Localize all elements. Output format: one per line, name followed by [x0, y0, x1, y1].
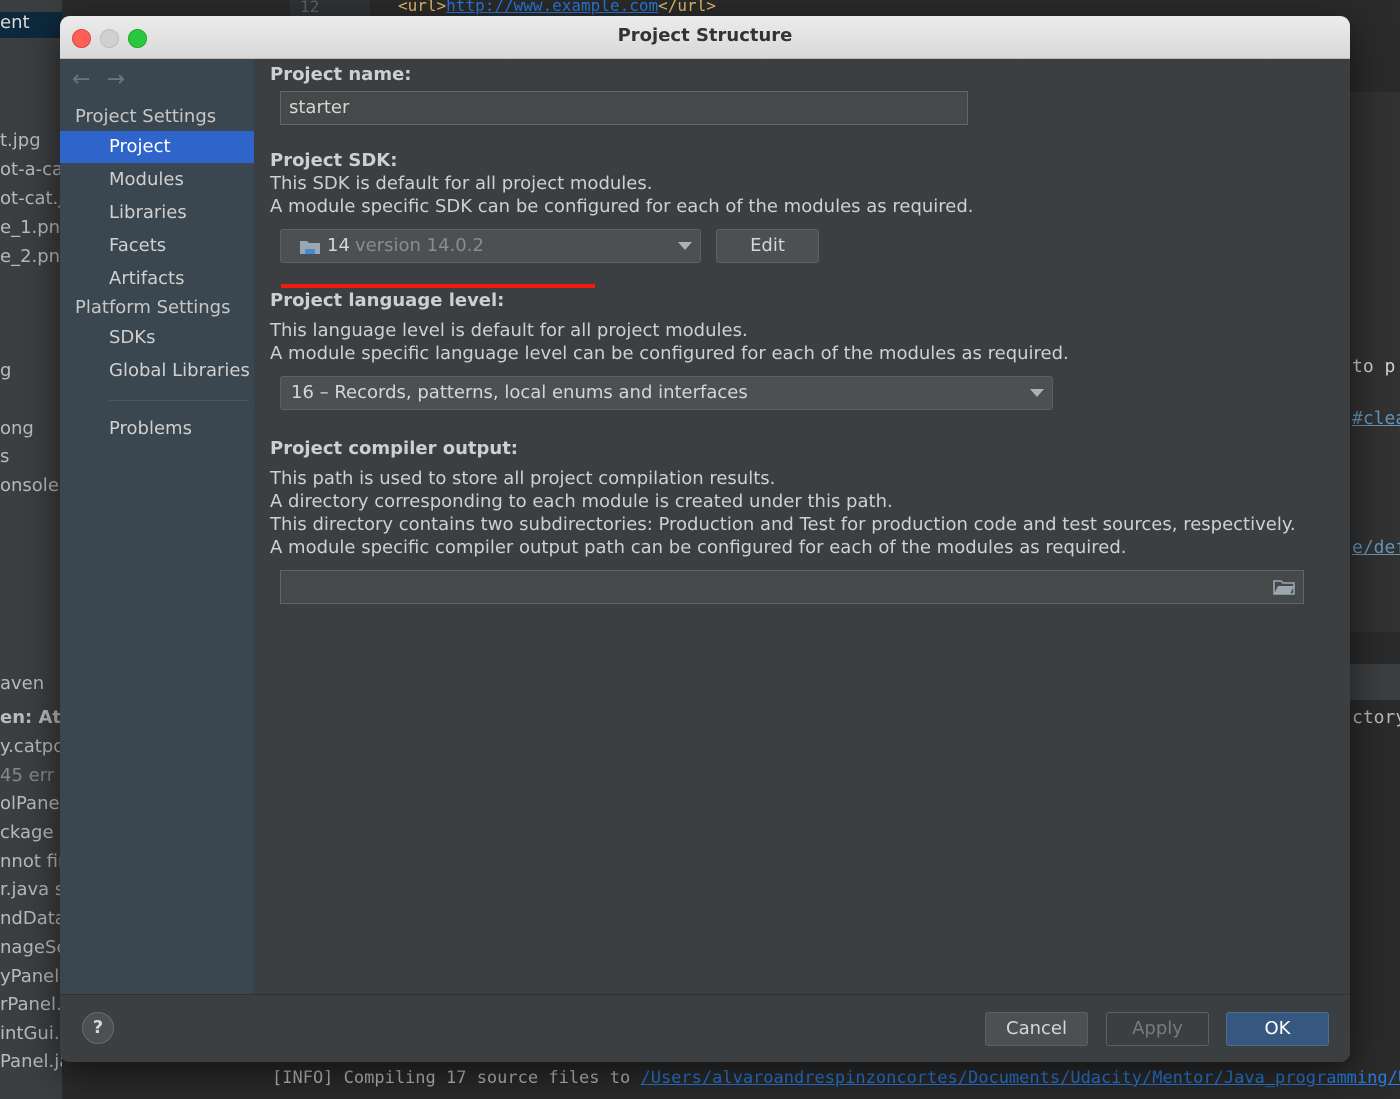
forward-arrow-icon[interactable]: →: [106, 67, 124, 92]
ide-log-row: nageSer: [0, 937, 62, 958]
edit-sdk-button[interactable]: Edit: [716, 229, 819, 263]
ide-log-row: intGui.: [0, 1023, 60, 1044]
ide-log-row: ckage r: [0, 822, 62, 843]
project-sdk-label: Project SDK:: [270, 150, 398, 171]
language-description-1: This language level is default for all p…: [270, 320, 748, 341]
output-description-4: A module specific compiler output path c…: [270, 537, 1127, 558]
output-description-2: A directory corresponding to each module…: [270, 491, 893, 512]
ide-log-row: olPanel: [0, 793, 62, 814]
ide-log-row: ndDatal: [0, 908, 62, 929]
editor-line-number: 12: [290, 0, 370, 16]
ide-project-tree-background: ent t.jpg ot-a-ca ot-cat.j e_1.pn e_2.pn…: [0, 0, 62, 1099]
sidebar-item-artifacts[interactable]: Artifacts: [60, 263, 254, 295]
ide-tree-row: ot-cat.j: [0, 188, 62, 209]
language-level-selected: 16 – Records, patterns, local enums and …: [291, 382, 748, 403]
settings-sidebar: ← → Project Settings Project Modules Libr…: [60, 59, 254, 994]
ide-log-row: rPanel.: [0, 994, 62, 1015]
dialog-title: Project Structure: [617, 25, 793, 46]
editor-fragment: to p: [1352, 356, 1396, 377]
ide-log-row: yPanel: [0, 966, 60, 987]
ide-log-row: r.java s: [0, 879, 62, 900]
console-line: [INFO] Compiling 17 source files to /Use…: [272, 1068, 1400, 1088]
sidebar-divider: [109, 400, 249, 401]
ide-console-background: [INFO] Compiling 17 source files to /Use…: [262, 1062, 1400, 1099]
chevron-down-icon: [678, 242, 692, 250]
language-level-dropdown[interactable]: 16 – Records, patterns, local enums and …: [280, 376, 1053, 410]
output-description-3: This directory contains two subdirectori…: [270, 514, 1296, 535]
help-button[interactable]: ?: [82, 1012, 114, 1044]
language-description-2: A module specific language level can be …: [270, 343, 1069, 364]
ide-log-row: nnot fin: [0, 851, 62, 872]
project-sdk-dropdown[interactable]: 14 version 14.0.2: [280, 229, 701, 263]
sdk-description-1: This SDK is default for all project modu…: [270, 173, 653, 194]
sidebar-item-sdks[interactable]: SDKs: [60, 322, 254, 354]
sidebar-item-libraries[interactable]: Libraries: [60, 197, 254, 229]
back-arrow-icon[interactable]: ←: [72, 67, 90, 92]
output-description-1: This path is used to store all project c…: [270, 468, 776, 489]
ide-maven-tab: aven: [0, 673, 45, 694]
section-project-settings: Project Settings: [75, 106, 217, 127]
ide-tree-row: ong: [0, 418, 34, 439]
ide-log-row: Panel.java src/main/java/co: [0, 1051, 62, 1072]
sidebar-item-project[interactable]: Project: [60, 131, 254, 163]
ide-editor-right-background: to p #clea e/def ctory=: [1350, 0, 1400, 1099]
ide-tree-row: s: [0, 446, 10, 467]
history-navigation: ← →: [72, 67, 141, 92]
project-name-input[interactable]: starter: [280, 91, 968, 125]
apply-button[interactable]: Apply: [1106, 1012, 1209, 1046]
sidebar-item-facets[interactable]: Facets: [60, 230, 254, 262]
editor-fragment: ctory=: [1352, 707, 1400, 728]
ide-tree-row: e_1.pn: [0, 217, 61, 238]
ide-log-row: y.catpo: [0, 736, 62, 757]
project-settings-panel: Project name: starter Project SDK: This …: [255, 59, 1350, 994]
editor-code-line: <url>http://www.example.com</url>: [398, 0, 716, 15]
language-level-label: Project language level:: [270, 290, 505, 311]
sdk-selected-version: version 14.0.2: [355, 235, 484, 256]
compiler-output-label: Project compiler output:: [270, 438, 519, 459]
editor-fragment: e/def: [1352, 537, 1400, 558]
ide-tree-row: g: [0, 360, 12, 381]
folder-browse-icon[interactable]: [1273, 578, 1295, 596]
project-name-label: Project name:: [270, 64, 412, 85]
editor-fragment: #clea: [1352, 408, 1400, 429]
ide-tree-row: ot-a-ca: [0, 159, 62, 180]
sidebar-item-global-libraries[interactable]: Global Libraries: [60, 355, 254, 387]
cancel-button[interactable]: Cancel: [985, 1012, 1088, 1046]
ide-tree-row: t.jpg: [0, 130, 41, 151]
sdk-folder-icon: [300, 241, 320, 254]
section-platform-settings: Platform Settings: [75, 297, 231, 318]
project-structure-dialog: Project Structure ← → Project Settings Pr…: [60, 16, 1350, 1062]
ide-log-row: 45 err: [0, 765, 55, 786]
compiler-output-input[interactable]: [280, 570, 1304, 604]
annotation-red-underline: [281, 284, 595, 288]
sdk-selected-name: 14: [327, 235, 350, 256]
sidebar-item-problems[interactable]: Problems: [60, 413, 254, 445]
ok-button[interactable]: OK: [1226, 1012, 1329, 1046]
sidebar-item-modules[interactable]: Modules: [60, 164, 254, 196]
ide-tree-row: e_2.pn: [0, 246, 61, 267]
chevron-down-icon: [1030, 389, 1044, 397]
dialog-footer: ? Cancel Apply OK: [60, 994, 1350, 1062]
ide-editor-background: 12 <url>http://www.example.com</url>: [290, 0, 1400, 16]
dialog-titlebar: Project Structure: [60, 16, 1350, 59]
ide-log-row: en: At 1: [0, 707, 62, 728]
ide-tree-row: onsoles: [0, 475, 62, 496]
ide-tree-header: ent: [0, 12, 62, 38]
sdk-description-2: A module specific SDK can be configured …: [270, 196, 974, 217]
